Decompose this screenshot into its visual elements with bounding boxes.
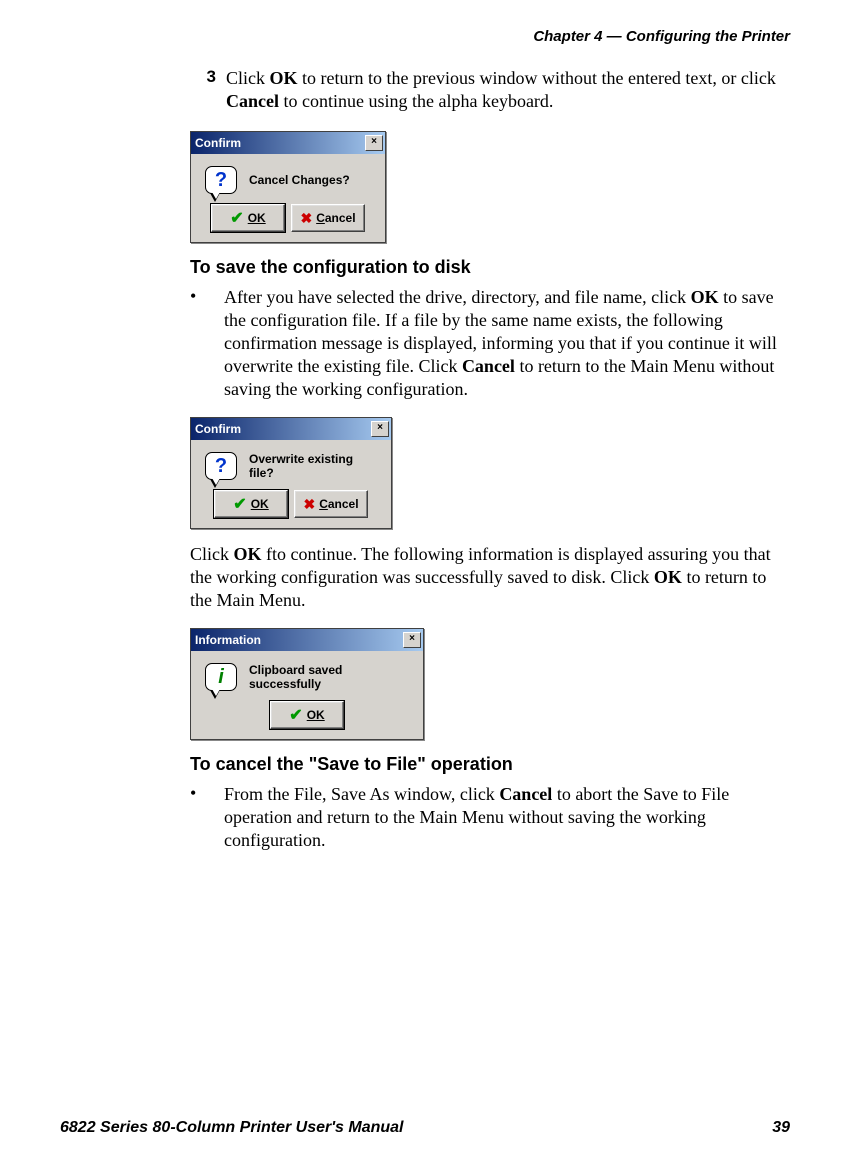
dialog-title: Information [195,633,261,647]
ok-button[interactable]: ✔ OK [270,701,344,729]
check-icon: ✔ [233,494,246,514]
text: to return to the previous window without… [298,68,776,88]
heading-save-config: To save the configuration to disk [190,257,790,278]
text: to continue using the alpha keyboard. [279,91,553,111]
dialog-titlebar: Confirm × [191,418,391,440]
bold-cancel: Cancel [462,356,515,376]
bullet: • [190,286,224,401]
check-icon: ✔ [289,705,302,725]
footer-page-number: 39 [772,1119,790,1137]
dialog-message: Overwrite existing file? [249,452,381,480]
dialog-title: Confirm [195,422,241,436]
question-icon: ? [205,452,237,480]
confirm-dialog-cancel-changes: Confirm × ? Cancel Changes? ✔ OK ✖ Cance… [190,131,386,243]
bullet-text: After you have selected the drive, direc… [224,286,790,401]
paragraph-after-overwrite: Click OK fto continue. The following inf… [190,543,790,612]
cancel-button[interactable]: ✖ Cancel [294,490,368,518]
bold-ok: OK [234,544,262,564]
step-3: 3 Click OK to return to the previous win… [190,67,790,113]
bold-cancel: Cancel [499,784,552,804]
dialog-titlebar: Information × [191,629,423,651]
information-dialog-saved: Information × i Clipboard saved successf… [190,628,424,740]
heading-cancel-save: To cancel the "Save to File" operation [190,754,790,775]
close-icon[interactable]: × [403,632,421,648]
bold-ok: OK [270,68,298,88]
text: After you have selected the drive, direc… [224,287,691,307]
close-icon[interactable]: × [371,421,389,437]
ok-button[interactable]: ✔ OK [211,204,285,232]
chapter-header: Chapter 4 — Configuring the Printer [60,28,790,45]
text: Click [190,544,234,564]
bold-ok: OK [691,287,719,307]
ok-label: OK [248,211,266,225]
check-icon: ✔ [230,208,243,228]
save-bullet: • After you have selected the drive, dir… [190,286,790,401]
ok-button[interactable]: ✔ OK [214,490,288,518]
bullet: • [190,783,224,852]
confirm-dialog-overwrite: Confirm × ? Overwrite existing file? ✔ O… [190,417,392,529]
text: Click [226,68,270,88]
bullet-text: From the File, Save As window, click Can… [224,783,790,852]
ok-label: OK [251,497,269,511]
dialog-message: Cancel Changes? [249,173,350,187]
info-icon: i [205,663,237,691]
footer-manual-title: 6822 Series 80-Column Printer User's Man… [60,1119,404,1137]
cancel-bullet: • From the File, Save As window, click C… [190,783,790,852]
dialog-title: Confirm [195,136,241,150]
step-text: Click OK to return to the previous windo… [226,67,790,113]
bold-ok: OK [654,567,682,587]
ok-label: OK [307,708,325,722]
cancel-button[interactable]: ✖ Cancel [291,204,365,232]
bold-cancel: Cancel [226,91,279,111]
dialog-message: Clipboard saved successfully [249,663,413,691]
x-icon: ✖ [303,496,315,513]
step-number: 3 [190,67,226,113]
dialog-titlebar: Confirm × [191,132,385,154]
x-icon: ✖ [300,210,312,227]
question-icon: ? [205,166,237,194]
close-icon[interactable]: × [365,135,383,151]
text: From the File, Save As window, click [224,784,499,804]
